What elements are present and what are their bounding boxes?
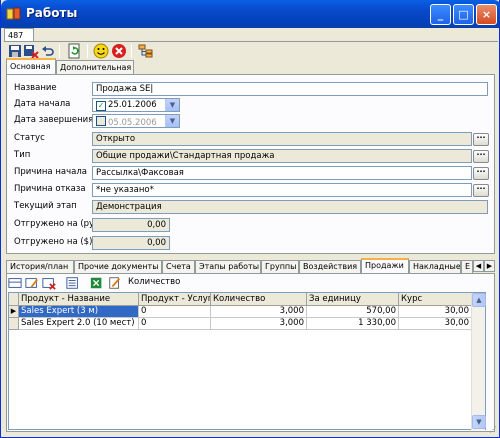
column-header[interactable]: Количество [211, 293, 307, 306]
reason-refuse-lookup-button[interactable]: ··· [473, 184, 489, 197]
detail-tabs: История/план Прочие документы Счета Этап… [6, 258, 495, 274]
type-field[interactable]: Общие продажи\Стандартная продажа [92, 149, 472, 163]
tab-actions[interactable]: Воздействия [299, 260, 361, 274]
start-date-value: 25.01.2006 [108, 100, 157, 110]
shipped-usd-label: Отгружено на ($) [14, 237, 93, 247]
sales-grid: Продукт - Название Продукт - Услуга Коли… [8, 292, 486, 430]
reason-start-label: Причина начала [14, 167, 87, 177]
table-cell[interactable]: 0 [139, 306, 211, 318]
vertical-scrollbar[interactable]: ▲ ▼ [471, 293, 486, 430]
start-date-checkbox[interactable]: ✓ [96, 101, 106, 111]
export-excel-icon[interactable] [90, 276, 104, 290]
main-form-panel: Название Продажа SE| Дата начала ✓ 25.01.… [6, 74, 495, 254]
column-header[interactable]: Продукт - Название [19, 293, 139, 306]
row-indicator[interactable] [9, 318, 19, 330]
maximize-button[interactable]: □ [453, 4, 474, 25]
smiley-icon[interactable] [93, 43, 109, 59]
reason-refuse-label: Причина отказа [14, 184, 86, 194]
name-field[interactable]: Продажа SE| [92, 82, 488, 96]
reason-refuse-field[interactable]: *не указано* [92, 183, 472, 197]
chevron-left-icon[interactable]: ◀ [473, 260, 484, 272]
tab-sales[interactable]: Продажи [361, 258, 409, 274]
tab-more[interactable]: Е [461, 260, 473, 274]
tab-additional[interactable]: Дополнительная [56, 60, 134, 75]
add-row-icon[interactable] [8, 276, 22, 290]
table-cell[interactable]: 570,00 [307, 306, 399, 318]
shipped-rub-label: Отгружено на (руб) [14, 219, 103, 229]
refresh-icon[interactable] [66, 43, 82, 59]
cancel-icon[interactable] [111, 43, 127, 59]
scroll-down-icon[interactable]: ▼ [472, 415, 486, 429]
table-cell[interactable]: Sales Expert 2.0 (10 мест) [19, 318, 139, 330]
table-cell[interactable]: 30,00 [399, 318, 472, 330]
shipped-rub-field: 0,00 [92, 218, 170, 232]
row-indicator-icon[interactable]: ▶ [9, 306, 19, 318]
undo-icon[interactable] [40, 43, 56, 59]
reason-start-lookup-button[interactable]: ··· [473, 167, 489, 180]
status-label: Статус [14, 133, 45, 143]
end-date-label: Дата завершения [14, 115, 94, 125]
grid-toolbar: Количество [8, 276, 488, 290]
column-header[interactable]: Продукт - Услуга [139, 293, 211, 306]
toolbar-separator [87, 44, 88, 58]
filter-icon[interactable] [66, 276, 80, 290]
hierarchy-icon[interactable] [138, 43, 154, 59]
shipped-usd-field: 0,00 [92, 236, 170, 250]
save-icon[interactable] [7, 43, 23, 59]
app-icon [6, 7, 21, 20]
end-date-field[interactable]: 05.05.2006 ▼ [92, 114, 180, 128]
stage-field: Демонстрация [92, 200, 488, 214]
chevron-right-icon[interactable]: ▶ [484, 260, 495, 272]
column-header[interactable]: Курс [399, 293, 472, 306]
status-field[interactable]: Открыто [92, 132, 472, 146]
edit-row-icon[interactable] [25, 276, 39, 290]
tab-invoices[interactable]: Счета [162, 260, 195, 274]
table-cell[interactable]: 3,000 [211, 306, 307, 318]
status-lookup-button[interactable]: ··· [473, 133, 489, 146]
stage-label: Текущий этап [14, 201, 77, 211]
minimize-button[interactable]: _ [430, 4, 451, 25]
column-header[interactable]: За единицу [307, 293, 399, 306]
table-cell[interactable]: 30,00 [399, 306, 472, 318]
name-label: Название [14, 83, 57, 93]
end-date-value: 05.05.2006 [108, 118, 157, 128]
toolbar-separator [84, 277, 85, 290]
type-label: Тип [14, 150, 31, 160]
table-cell[interactable]: Sales Expert (3 м) [19, 306, 139, 318]
table-cell[interactable]: 1 330,00 [307, 318, 399, 330]
tab-groups[interactable]: Группы [261, 260, 299, 274]
reason-start-field[interactable]: Рассылка\Факсовая [92, 166, 472, 180]
toolbar-separator [60, 277, 61, 290]
tab-other-docs[interactable]: Прочие документы [74, 260, 162, 274]
chevron-down-icon[interactable]: ▼ [165, 99, 179, 111]
tab-history[interactable]: История/план [6, 260, 74, 274]
start-date-field[interactable]: ✓ 25.01.2006 ▼ [92, 98, 180, 112]
scroll-up-icon[interactable]: ▲ [472, 293, 486, 307]
grid-corner [9, 293, 19, 306]
close-button[interactable]: × [476, 4, 497, 25]
start-date-label: Дата начала [14, 99, 71, 109]
window-title: Работы [26, 6, 78, 20]
save-close-icon[interactable] [23, 43, 39, 59]
divider [4, 41, 498, 42]
end-date-checkbox[interactable] [96, 116, 106, 126]
document-tab[interactable]: 487 [4, 28, 34, 42]
tab-waybills[interactable]: Накладные [409, 260, 461, 274]
app-window: Работы _ □ × 487 Основная Дополнительная… [0, 0, 500, 438]
type-lookup-button[interactable]: ··· [473, 150, 489, 163]
tab-work-stages[interactable]: Этапы работы [195, 260, 261, 274]
title-bar[interactable]: Работы _ □ × [1, 0, 500, 28]
toolbar-separator [131, 44, 132, 58]
resize-grip-icon[interactable]: ⋰ [487, 425, 497, 435]
table-cell[interactable]: 3,000 [211, 318, 307, 330]
chevron-down-icon[interactable]: ▼ [165, 115, 179, 127]
tab-main[interactable]: Основная [6, 58, 56, 75]
toolbar [4, 43, 498, 59]
table-cell[interactable]: 0 [139, 318, 211, 330]
sales-panel: Количество Продукт - Название Продукт - … [6, 273, 495, 432]
edit-document-icon[interactable] [108, 276, 122, 290]
quantity-label: Количество [128, 277, 181, 287]
delete-row-icon[interactable] [42, 276, 56, 290]
toolbar-separator [59, 44, 60, 58]
